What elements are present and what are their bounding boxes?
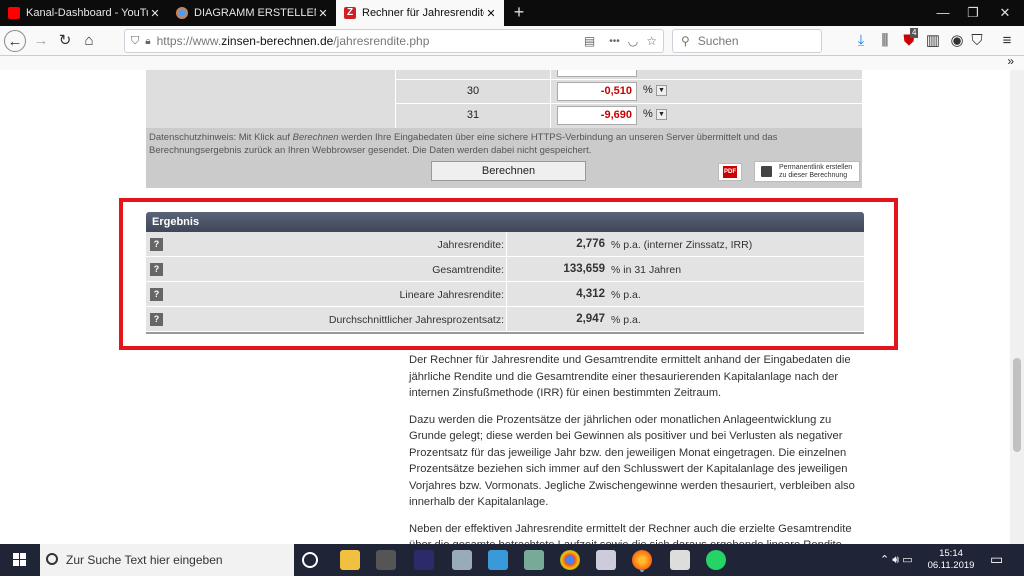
notification-icon[interactable]: ▭ <box>990 551 1003 568</box>
input-row-31: 31 -9,690 % ▼ <box>396 103 862 128</box>
paragraph: Neben der effektiven Jahresrendite ermit… <box>409 522 852 545</box>
back-icon[interactable]: ← <box>4 30 26 52</box>
tab-youtube[interactable]: Kanal-Dashboard - YouTube St ✕ <box>0 0 168 26</box>
menu-icon[interactable]: ≡ <box>996 30 1018 52</box>
chrome-icon[interactable] <box>560 550 580 570</box>
result-value: 4,312 <box>576 288 605 300</box>
firefox-icon[interactable] <box>632 550 652 570</box>
navigation-toolbar: ← → ↻ ⌂ ⛉ 🔒︎ https://www. zinsen-berechne… <box>0 26 1024 56</box>
tab-rechner[interactable]: Z Rechner für Jahresrendite und G ✕ <box>336 0 504 26</box>
app-icon[interactable] <box>414 550 434 570</box>
cortana-icon[interactable] <box>302 552 318 568</box>
forward-icon[interactable]: → <box>30 30 52 52</box>
page-content: 30 -0,510 % ▼ 31 -9,690 % ▼ Datenschutzh… <box>0 70 1024 544</box>
zinsen-z-icon: Z <box>344 7 356 19</box>
whatsapp-icon[interactable] <box>706 550 726 570</box>
pocket-icon[interactable]: ◡ <box>628 34 638 48</box>
unit-dropdown-icon[interactable]: ▼ <box>656 109 667 120</box>
firefox-icon <box>176 7 188 19</box>
tray-icons[interactable]: ⌃ 🔊︎ ▭ <box>880 553 913 567</box>
minimize-icon[interactable]: — <box>928 0 958 26</box>
close-tab-icon[interactable]: ✕ <box>484 7 498 20</box>
url-bar[interactable]: ⛉ 🔒︎ https://www. zinsen-berechnen.de/jah… <box>124 29 664 53</box>
app-icon[interactable] <box>524 550 544 570</box>
home-icon[interactable]: ⌂ <box>78 30 100 52</box>
overflow-chevron-icon[interactable]: » <box>1007 54 1014 68</box>
result-value: 133,659 <box>563 263 605 275</box>
bookmark-star-icon[interactable]: ☆ <box>646 34 657 48</box>
close-tab-icon[interactable]: ✕ <box>316 7 330 20</box>
pdf-button[interactable]: PDF <box>718 163 742 181</box>
extension-shield-icon[interactable]: ⛉ <box>966 30 988 52</box>
taskbar-search-input[interactable]: Zur Suche Text hier eingeben <box>40 544 294 576</box>
percent-input[interactable]: -0,510 <box>557 82 637 101</box>
close-window-icon[interactable]: ✕ <box>990 0 1020 26</box>
input-row-30: 30 -0,510 % ▼ <box>396 79 862 104</box>
year-label: 30 <box>396 80 551 104</box>
lock-icon: 🔒︎ <box>145 35 151 47</box>
windows-logo-icon <box>13 553 26 566</box>
search-icon <box>46 553 58 565</box>
search-icon: ⚲ <box>681 34 690 48</box>
app-icon[interactable] <box>452 550 472 570</box>
result-heading: Ergebnis <box>146 212 864 232</box>
new-tab-button[interactable]: + <box>506 0 532 26</box>
app-icon[interactable] <box>596 550 616 570</box>
search-input[interactable]: ⚲ Suchen <box>672 29 822 53</box>
windows-start-button[interactable] <box>0 544 40 576</box>
tab-diagramm[interactable]: DIAGRAMM ERSTELLEN | Erzeu ✕ <box>168 0 336 26</box>
calculator-left-column <box>146 70 396 128</box>
berechnen-button[interactable]: Berechnen <box>431 161 586 181</box>
percent-input[interactable]: -9,690 <box>557 106 637 125</box>
close-tab-icon[interactable]: ✕ <box>148 7 162 20</box>
year-label: 31 <box>396 104 551 128</box>
app-icon[interactable] <box>376 550 396 570</box>
result-row: ? Lineare Jahresrendite: 4,312 % p.a. <box>146 282 864 307</box>
permalink-button[interactable]: Permanentlink erstellen zu dieser Berech… <box>754 161 860 182</box>
account-icon[interactable]: ◉ <box>946 30 968 52</box>
result-row: ? Gesamtrendite: 133,659 % in 31 Jahren <box>146 257 864 282</box>
scrollbar-thumb[interactable] <box>1013 358 1021 452</box>
result-value: 2,776 <box>576 238 605 250</box>
percent-input[interactable] <box>557 70 637 77</box>
help-icon[interactable]: ? <box>150 288 163 301</box>
windows-taskbar: Zur Suche Text hier eingeben ⌃ 🔊︎ ▭ 15:1… <box>0 544 1024 576</box>
shield-icon: ⛉ <box>131 34 140 47</box>
input-row <box>396 70 862 80</box>
article-text: Der Rechner für Jahresrendite und Gesamt… <box>409 352 869 544</box>
result-row: ? Jahresrendite: 2,776 % p.a. (interner … <box>146 232 864 257</box>
tab-bar: Kanal-Dashboard - YouTube St ✕ DIAGRAMM … <box>0 0 1024 26</box>
help-icon[interactable]: ? <box>150 313 163 326</box>
download-icon[interactable]: ⤓ <box>850 30 872 52</box>
unit-dropdown-icon[interactable]: ▼ <box>656 85 667 96</box>
reload-icon[interactable]: ↻ <box>54 30 76 52</box>
clock[interactable]: 15:14 06.11.2019 <box>926 548 976 572</box>
sidebar-icon[interactable]: ▥ <box>922 30 944 52</box>
result-row: ? Durchschnittlicher Jahresprozentsatz: … <box>146 307 864 332</box>
save-disk-icon <box>761 166 772 177</box>
result-panel: Ergebnis ? Jahresrendite: 2,776 % p.a. (… <box>146 212 864 338</box>
library-icon[interactable]: ⫼ <box>874 30 896 52</box>
overflow-row: » <box>0 54 1024 70</box>
restore-icon[interactable]: ❐ <box>958 0 988 26</box>
page-actions-icon[interactable]: ••• <box>609 36 620 47</box>
ublock-icon[interactable]: ⛊ 4 <box>898 28 920 52</box>
help-icon[interactable]: ? <box>150 238 163 251</box>
paragraph: Der Rechner für Jahresrendite und Gesamt… <box>409 354 851 399</box>
pdf-icon: PDF <box>723 166 737 178</box>
app-icon[interactable] <box>488 550 508 570</box>
help-icon[interactable]: ? <box>150 263 163 276</box>
reader-view-icon[interactable]: ▤ <box>584 34 595 48</box>
youtube-icon <box>8 7 20 19</box>
file-explorer-icon[interactable] <box>340 550 360 570</box>
paragraph: Dazu werden die Prozentsätze der jährlic… <box>409 413 855 509</box>
result-value: 2,947 <box>576 313 605 325</box>
privacy-notice: Datenschutzhinweis: Mit Klick auf Berech… <box>146 128 862 188</box>
app-icon[interactable] <box>670 550 690 570</box>
scrollbar[interactable] <box>1010 70 1024 544</box>
